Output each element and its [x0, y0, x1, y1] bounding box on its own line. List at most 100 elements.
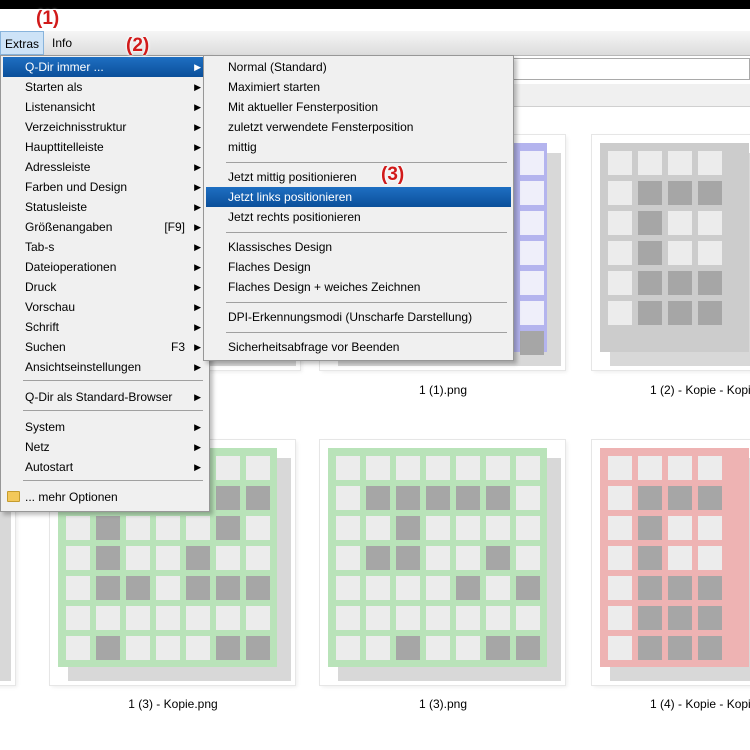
menu-item-druck[interactable]: Druck ▶ [3, 277, 207, 297]
thumbnail-pixel-cell [366, 486, 390, 510]
menu-item-adressleiste[interactable]: Adressleiste ▶ [3, 157, 207, 177]
thumbnail-pixel-cell [516, 516, 540, 540]
thumbnail-pixel-cell [396, 486, 420, 510]
menu-item-schrift[interactable]: Schrift ▶ [3, 317, 207, 337]
menu-item-statusleiste[interactable]: Statusleiste ▶ [3, 197, 207, 217]
thumbnail-pixel-cell [608, 241, 632, 265]
thumbnail-pixel-cell [426, 636, 450, 660]
thumbnail-pixel-cell [520, 241, 544, 265]
menu-item-tab-s[interactable]: Tab-s ▶ [3, 237, 207, 257]
menu-item-q-dir-als-standard-browser[interactable]: Q-Dir als Standard-Browser ▶ [3, 387, 207, 407]
file-name-label: 1 (4) - Kopie - Kopie [650, 697, 750, 711]
menu-item-label: Netz [25, 440, 50, 454]
menu-item-vorschau[interactable]: Vorschau ▶ [3, 297, 207, 317]
thumbnail-pixel-cell [638, 456, 662, 480]
file-thumbnail[interactable] [320, 440, 565, 685]
menu-item-label: Flaches Design + weiches Zeichnen [228, 280, 421, 294]
menu-item-label: Jetzt mittig positionieren [228, 170, 357, 184]
thumbnail-pixel-cell [366, 636, 390, 660]
menu-item-dateioperationen[interactable]: Dateioperationen ▶ [3, 257, 207, 277]
thumbnail-pixel-cell [668, 606, 692, 630]
thumbnail-pixel-cell [336, 516, 360, 540]
menu-separator [226, 232, 507, 233]
thumbnail-pixel-cell [156, 606, 180, 630]
menu-item-label: Vorschau [25, 300, 76, 314]
submenu-item-jetzt-rechts-positionieren[interactable]: Jetzt rechts positionieren [206, 207, 511, 227]
thumbnail-pixel-cell [246, 546, 270, 570]
menu-item-haupttitelleiste[interactable]: Haupttitelleiste ▶ [3, 137, 207, 157]
submenu-item-normal-standard[interactable]: Normal (Standard) [206, 57, 511, 77]
thumbnail-pixel-cell [520, 271, 544, 295]
menu-item-autostart[interactable]: Autostart ▶ [3, 457, 207, 477]
thumbnail-pixel-cell [186, 546, 210, 570]
annotation-marker-1: (1) [36, 8, 60, 29]
thumbnail-pixel-cell [66, 636, 90, 660]
thumbnail-pixel-cell [516, 486, 540, 510]
thumbnail-pixel-cell [698, 606, 722, 630]
file-thumbnail[interactable] [592, 135, 750, 370]
menu-item-verzeichnisstruktur[interactable]: Verzeichnisstruktur ▶ [3, 117, 207, 137]
submenu-item-jetzt-links-positionieren[interactable]: Jetzt links positionieren [206, 187, 511, 207]
menu-item-label: zuletzt verwendete Fensterposition [228, 120, 414, 134]
submenu-arrow-icon: ▶ [194, 62, 201, 72]
menu-info[interactable]: Info [47, 31, 77, 55]
address-bar[interactable] [500, 58, 750, 80]
thumbnail-pixel-cell [456, 636, 480, 660]
submenu-item-dpi-erkennungsmodi-unscharfe-darstellung[interactable]: DPI-Erkennungsmodi (Unscharfe Darstellun… [206, 307, 511, 327]
submenu-item-flaches-design-weiches-zeichnen[interactable]: Flaches Design + weiches Zeichnen [206, 277, 511, 297]
thumbnail-pixel-cell [698, 576, 722, 600]
menu-item-label: Listenansicht [25, 100, 96, 114]
submenu-arrow-icon: ▶ [194, 302, 201, 312]
thumbnail-pixel-cell [366, 516, 390, 540]
menu-item-farben-und-design[interactable]: Farben und Design ▶ [3, 177, 207, 197]
menu-item-listenansicht[interactable]: Listenansicht ▶ [3, 97, 207, 117]
submenu-item-zuletzt-verwendete-fensterposition[interactable]: zuletzt verwendete Fensterposition [206, 117, 511, 137]
submenu-arrow-icon: ▶ [194, 162, 201, 172]
thumbnail-pixel-cell [216, 546, 240, 570]
thumbnail-pixel-cell [638, 211, 662, 235]
thumbnail-pixel-cell [96, 636, 120, 660]
menu-item-netz[interactable]: Netz ▶ [3, 437, 207, 457]
thumbnail-pixel-cell [486, 576, 510, 600]
menu-item-größenangaben[interactable]: Größenangaben [F9] ▶ [3, 217, 207, 237]
menu-extras[interactable]: Extras [0, 31, 45, 55]
menu-item-label: Mit aktueller Fensterposition [228, 100, 379, 114]
thumbnail-pixel-cell [426, 576, 450, 600]
thumbnail-pixel-cell [156, 576, 180, 600]
thumbnail-pixel-cell [668, 546, 692, 570]
thumbnail-pixel-cell [608, 151, 632, 175]
menu-item-ansichtseinstellungen[interactable]: Ansichtseinstellungen ▶ [3, 357, 207, 377]
thumbnail-pixel-cell [698, 271, 722, 295]
file-thumbnail[interactable] [592, 440, 750, 685]
menu-item-mehr-optionen[interactable]: ... mehr Optionen [3, 487, 207, 507]
submenu-item-klassisches-design[interactable]: Klassisches Design [206, 237, 511, 257]
thumbnail-pixel-cell [366, 576, 390, 600]
submenu-item-maximiert-starten[interactable]: Maximiert starten [206, 77, 511, 97]
thumbnail-pixel-cell [246, 636, 270, 660]
thumbnail-pixel-cell [456, 606, 480, 630]
submenu-arrow-icon: ▶ [194, 342, 201, 352]
submenu-item-sicherheitsabfrage-vor-beenden[interactable]: Sicherheitsabfrage vor Beenden [206, 337, 511, 357]
menu-separator [23, 480, 203, 481]
thumbnail-pixel-cell [608, 181, 632, 205]
submenu-item-mittig[interactable]: mittig [206, 137, 511, 157]
thumbnail-pixel-cell [638, 486, 662, 510]
thumbnail-pixel-cell [668, 271, 692, 295]
menu-item-q-dir-immer[interactable]: Q-Dir immer ... ▶ [3, 57, 207, 77]
menu-item-label: Klassisches Design [228, 240, 333, 254]
menu-item-label: Adressleiste [25, 160, 91, 174]
submenu-item-mit-aktueller-fensterposition[interactable]: Mit aktueller Fensterposition [206, 97, 511, 117]
menu-item-system[interactable]: System ▶ [3, 417, 207, 437]
thumbnail-pixel-cell [126, 546, 150, 570]
thumbnail-pixel-cell [396, 576, 420, 600]
menu-item-starten-als[interactable]: Starten als ▶ [3, 77, 207, 97]
thumbnail-pixel-cell [336, 636, 360, 660]
thumbnail-pixel-cell [396, 636, 420, 660]
menu-item-suchen[interactable]: Suchen F3 ▶ [3, 337, 207, 357]
file-name-label: 1 (3) - Kopie.png [128, 697, 218, 711]
thumbnail-pixel-cell [186, 636, 210, 660]
submenu-item-jetzt-mittig-positionieren[interactable]: Jetzt mittig positionieren [206, 167, 511, 187]
menu-item-label: Q-Dir als Standard-Browser [25, 390, 173, 404]
thumbnail-pixel-cell [668, 636, 692, 660]
submenu-item-flaches-design[interactable]: Flaches Design [206, 257, 511, 277]
